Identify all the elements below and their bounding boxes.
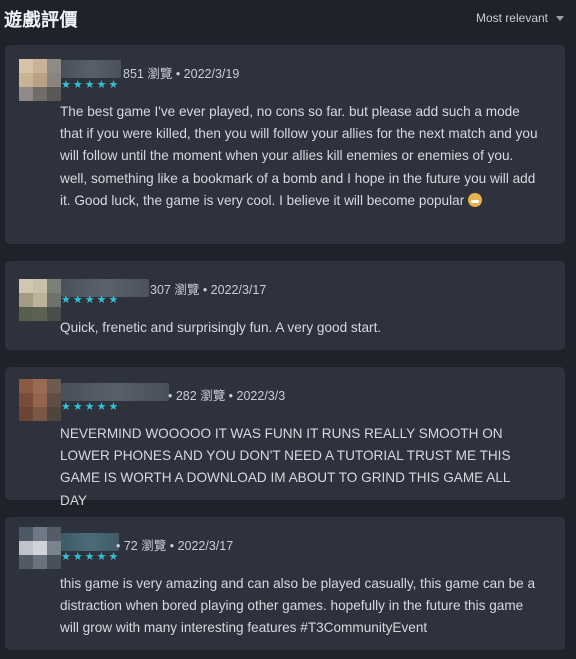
review-card: 851 瀏覽 • 2022/3/19 ★ ★ ★ ★ ★ The best ga… bbox=[5, 45, 565, 244]
review-meta: 851 瀏覽 • 2022/3/19 bbox=[123, 67, 240, 81]
star-icon: ★ bbox=[84, 401, 95, 413]
reviews-header: 遊戲評價 Most relevant bbox=[0, 0, 576, 38]
review-card: 307 瀏覽 • 2022/3/17 ★ ★ ★ ★ ★ Quick, fren… bbox=[5, 261, 565, 350]
review-text: Quick, frenetic and surprisingly fun. A … bbox=[60, 320, 382, 335]
avatar[interactable] bbox=[19, 379, 61, 421]
review-card: • 72 瀏覽 • 2022/3/17 ★ ★ ★ ★ ★ this game … bbox=[5, 517, 565, 650]
star-icon: ★ bbox=[96, 551, 107, 563]
review-date: 2022/3/17 bbox=[177, 539, 234, 553]
star-icon: ★ bbox=[84, 551, 95, 563]
star-icon: ★ bbox=[61, 401, 71, 413]
review-meta: 307 瀏覽 • 2022/3/17 bbox=[150, 283, 267, 297]
star-icon: ★ bbox=[108, 79, 119, 91]
review-text: NEVERMIND WOOOOO IT WAS FUNN IT RUNS REA… bbox=[60, 426, 511, 508]
avatar[interactable] bbox=[19, 59, 61, 101]
view-count: 851 瀏覽 bbox=[123, 67, 173, 81]
star-icon: ★ bbox=[96, 79, 107, 91]
view-count: 307 瀏覽 bbox=[150, 283, 200, 297]
star-icon: ★ bbox=[72, 401, 83, 413]
star-icon: ★ bbox=[108, 551, 119, 563]
star-icon: ★ bbox=[61, 294, 71, 306]
star-icon: ★ bbox=[72, 551, 83, 563]
star-rating: ★ ★ ★ ★ ★ bbox=[61, 402, 118, 413]
star-icon: ★ bbox=[96, 401, 107, 413]
star-icon: ★ bbox=[108, 294, 119, 306]
review-meta: • 72 瀏覽 • 2022/3/17 bbox=[116, 539, 234, 553]
sort-dropdown[interactable]: Most relevant bbox=[476, 11, 564, 25]
view-count: 282 瀏覽 bbox=[175, 389, 226, 403]
review-meta: • 282 瀏覽 • 2022/3/3 bbox=[168, 389, 286, 403]
star-icon: ★ bbox=[61, 79, 71, 91]
view-count: 72 瀏覽 bbox=[123, 539, 167, 553]
sort-label: Most relevant bbox=[475, 11, 548, 25]
star-icon: ★ bbox=[72, 79, 83, 91]
avatar[interactable] bbox=[19, 527, 61, 569]
star-icon: ★ bbox=[84, 294, 95, 306]
review-card: • 282 瀏覽 • 2022/3/3 ★ ★ ★ ★ ★ NEVERMIND … bbox=[5, 367, 565, 508]
review-date: 2022/3/3 bbox=[236, 389, 286, 403]
star-rating: ★ ★ ★ ★ ★ bbox=[61, 552, 118, 563]
grinning-emoji-icon bbox=[468, 192, 483, 207]
star-icon: ★ bbox=[72, 294, 83, 306]
review-text: The best game I've ever played, no cons … bbox=[60, 104, 538, 208]
username-blurred bbox=[61, 533, 119, 551]
username-blurred bbox=[61, 383, 169, 401]
username-blurred bbox=[61, 60, 121, 78]
star-rating: ★ ★ ★ ★ ★ bbox=[61, 80, 118, 91]
star-icon: ★ bbox=[84, 79, 95, 91]
caret-down-icon bbox=[556, 15, 564, 21]
review-date: 2022/3/17 bbox=[210, 283, 267, 297]
page-title: 遊戲評價 bbox=[4, 10, 78, 30]
review-date: 2022/3/19 bbox=[183, 67, 240, 81]
star-icon: ★ bbox=[108, 401, 119, 413]
star-icon: ★ bbox=[96, 294, 107, 306]
avatar[interactable] bbox=[19, 279, 61, 321]
review-text: this game is very amazing and can also b… bbox=[60, 576, 536, 636]
star-icon: ★ bbox=[61, 551, 71, 563]
star-rating: ★ ★ ★ ★ ★ bbox=[61, 295, 118, 306]
